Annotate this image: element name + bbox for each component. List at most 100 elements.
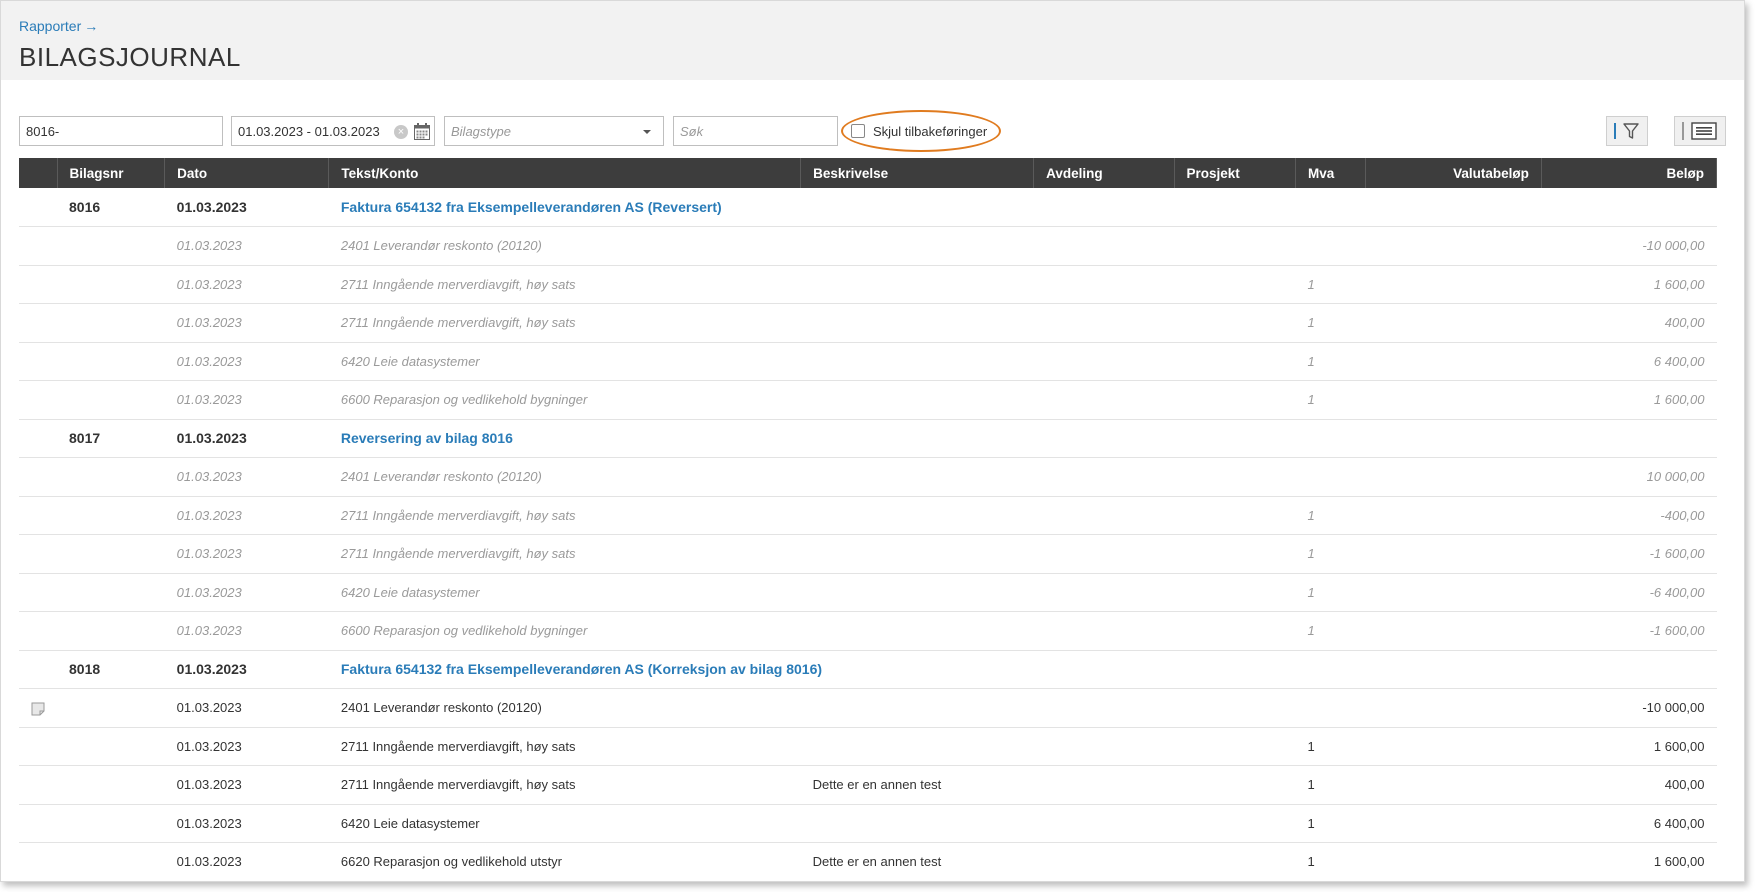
posting-date: 01.03.2023: [164, 380, 329, 420]
voucher-date: 01.03.2023: [164, 188, 329, 227]
voucher-title-link[interactable]: Faktura 654132 fra Eksempelleverandøren …: [328, 650, 1717, 689]
calendar-icon[interactable]: [414, 123, 430, 140]
posting-row: 01.03.2023 2711 Inngående merverdiavgift,…: [19, 303, 1717, 343]
posting-currency-amount: [1365, 303, 1542, 343]
posting-amount: 6 400,00: [1541, 804, 1717, 843]
posting-icon-cell: [19, 226, 57, 266]
voucher-range-input[interactable]: 8016-: [19, 116, 223, 146]
filter-button[interactable]: [1606, 116, 1648, 146]
posting-date: 01.03.2023: [164, 804, 329, 843]
breadcrumb-rapporter[interactable]: Rapporter →: [19, 18, 98, 34]
posting-row: 01.03.2023 2401 Leverandør reskonto (2012…: [19, 457, 1717, 497]
hide-reversals-toggle[interactable]: Skjul tilbakeføringer: [841, 110, 1001, 152]
posting-row: 01.03.2023 2401 Leverandør reskonto (2012…: [19, 226, 1717, 266]
column-header-belop[interactable]: Beløp: [1541, 158, 1718, 188]
voucher-date: 01.03.2023: [164, 650, 329, 689]
posting-icon-cell: [19, 265, 57, 304]
voucher-range-value: 8016-: [26, 123, 60, 139]
posting-date: 01.03.2023: [164, 611, 329, 651]
posting-icon-cell: [19, 496, 57, 535]
posting-icon-cell: [19, 765, 57, 805]
posting-currency-amount: [1365, 611, 1542, 651]
search-input[interactable]: Søk: [673, 116, 838, 146]
posting-row: 01.03.2023 6600 Reparasjon og vedlikehold…: [19, 380, 1717, 420]
posting-project: [1174, 727, 1296, 766]
posting-project: [1174, 573, 1296, 612]
posting-voucher-blank: [57, 842, 165, 881]
breadcrumb-label: Rapporter: [19, 18, 82, 34]
filter-icon: [1614, 123, 1639, 139]
posting-vat-code: 1: [1295, 496, 1366, 535]
posting-vat-code: 1: [1295, 765, 1366, 805]
posting-project: [1174, 496, 1296, 535]
report-window: Rapporter → BILAGSJOURNAL 8016- 01.03.202…: [0, 0, 1745, 882]
posting-currency-amount: [1365, 804, 1542, 843]
posting-description: [800, 226, 1034, 266]
posting-department: [1033, 688, 1174, 728]
posting-description: [800, 380, 1034, 420]
posting-project: [1174, 265, 1296, 304]
posting-department: [1033, 265, 1174, 304]
voucher-number: 8018: [57, 650, 165, 689]
posting-row: 01.03.2023 2711 Inngående merverdiavgift,…: [19, 265, 1717, 304]
search-placeholder: Søk: [680, 123, 704, 139]
column-settings-button[interactable]: [1674, 116, 1726, 146]
column-header-beskrivelse[interactable]: Beskrivelse: [800, 158, 1035, 188]
posting-department: [1033, 380, 1174, 420]
voucher-row[interactable]: 8018 01.03.2023 Faktura 654132 fra Eksempe…: [19, 650, 1717, 689]
posting-account: 6600 Reparasjon og vedlikehold bygninger: [328, 611, 801, 651]
posting-voucher-blank: [57, 342, 165, 381]
journal-body: 8016 01.03.2023 Faktura 654132 fra Eksempe…: [19, 188, 1717, 881]
posting-account: 2711 Inngående merverdiavgift, høy sats: [328, 496, 801, 535]
posting-currency-amount: [1365, 534, 1542, 574]
posting-currency-amount: [1365, 573, 1542, 612]
clear-icon[interactable]: ×: [394, 125, 408, 139]
posting-currency-amount: [1365, 380, 1542, 420]
posting-amount: 10 000,00: [1541, 457, 1717, 497]
posting-department: [1033, 765, 1174, 805]
posting-account: 2711 Inngående merverdiavgift, høy sats: [328, 765, 801, 805]
posting-icon-cell: [19, 688, 57, 728]
posting-amount: 1 600,00: [1541, 265, 1717, 304]
page-title: BILAGSJOURNAL: [19, 42, 241, 72]
posting-department: [1033, 226, 1174, 266]
voucher-row[interactable]: 8017 01.03.2023 Reversering av bilag 8016: [19, 419, 1717, 458]
hide-reversals-checkbox[interactable]: [851, 124, 865, 138]
note-icon[interactable]: [31, 702, 45, 716]
column-header-mva[interactable]: Mva: [1295, 158, 1366, 188]
voucher-type-select[interactable]: Bilagstype: [444, 116, 664, 146]
column-header-avdeling[interactable]: Avdeling: [1033, 158, 1175, 188]
posting-vat-code: 1: [1295, 727, 1366, 766]
posting-amount: -10 000,00: [1541, 226, 1717, 266]
posting-description: [800, 573, 1034, 612]
posting-date: 01.03.2023: [164, 688, 329, 728]
posting-voucher-blank: [57, 573, 165, 612]
posting-project: [1174, 380, 1296, 420]
voucher-title-link[interactable]: Reversering av bilag 8016: [328, 419, 1717, 458]
column-header-bilagsnr[interactable]: Bilagsnr: [57, 158, 166, 188]
posting-description: [800, 534, 1034, 574]
posting-currency-amount: [1365, 688, 1542, 728]
posting-account: 2711 Inngående merverdiavgift, høy sats: [328, 727, 801, 766]
posting-amount: -400,00: [1541, 496, 1717, 535]
column-header-tekst[interactable]: Tekst/Konto: [328, 158, 802, 188]
column-header-valutabelop[interactable]: Valutabeløp: [1365, 158, 1542, 188]
posting-date: 01.03.2023: [164, 496, 329, 535]
posting-department: [1033, 611, 1174, 651]
posting-voucher-blank: [57, 303, 165, 343]
posting-currency-amount: [1365, 226, 1542, 266]
posting-project: [1174, 457, 1296, 497]
posting-vat-code: [1295, 688, 1366, 728]
posting-vat-code: 1: [1295, 611, 1366, 651]
posting-voucher-blank: [57, 688, 165, 728]
column-header-dato[interactable]: Dato: [164, 158, 330, 188]
column-header-prosjekt[interactable]: Prosjekt: [1174, 158, 1296, 188]
posting-date: 01.03.2023: [164, 534, 329, 574]
posting-amount: 1 600,00: [1541, 727, 1717, 766]
date-range-input[interactable]: 01.03.2023 - 01.03.2023 ×: [231, 116, 435, 146]
voucher-title-link[interactable]: Faktura 654132 fra Eksempelleverandøren …: [328, 188, 1717, 227]
posting-description: [800, 727, 1034, 766]
posting-project: [1174, 765, 1296, 805]
voucher-row[interactable]: 8016 01.03.2023 Faktura 654132 fra Eksempe…: [19, 188, 1717, 227]
voucher-type-placeholder: Bilagstype: [451, 123, 511, 139]
